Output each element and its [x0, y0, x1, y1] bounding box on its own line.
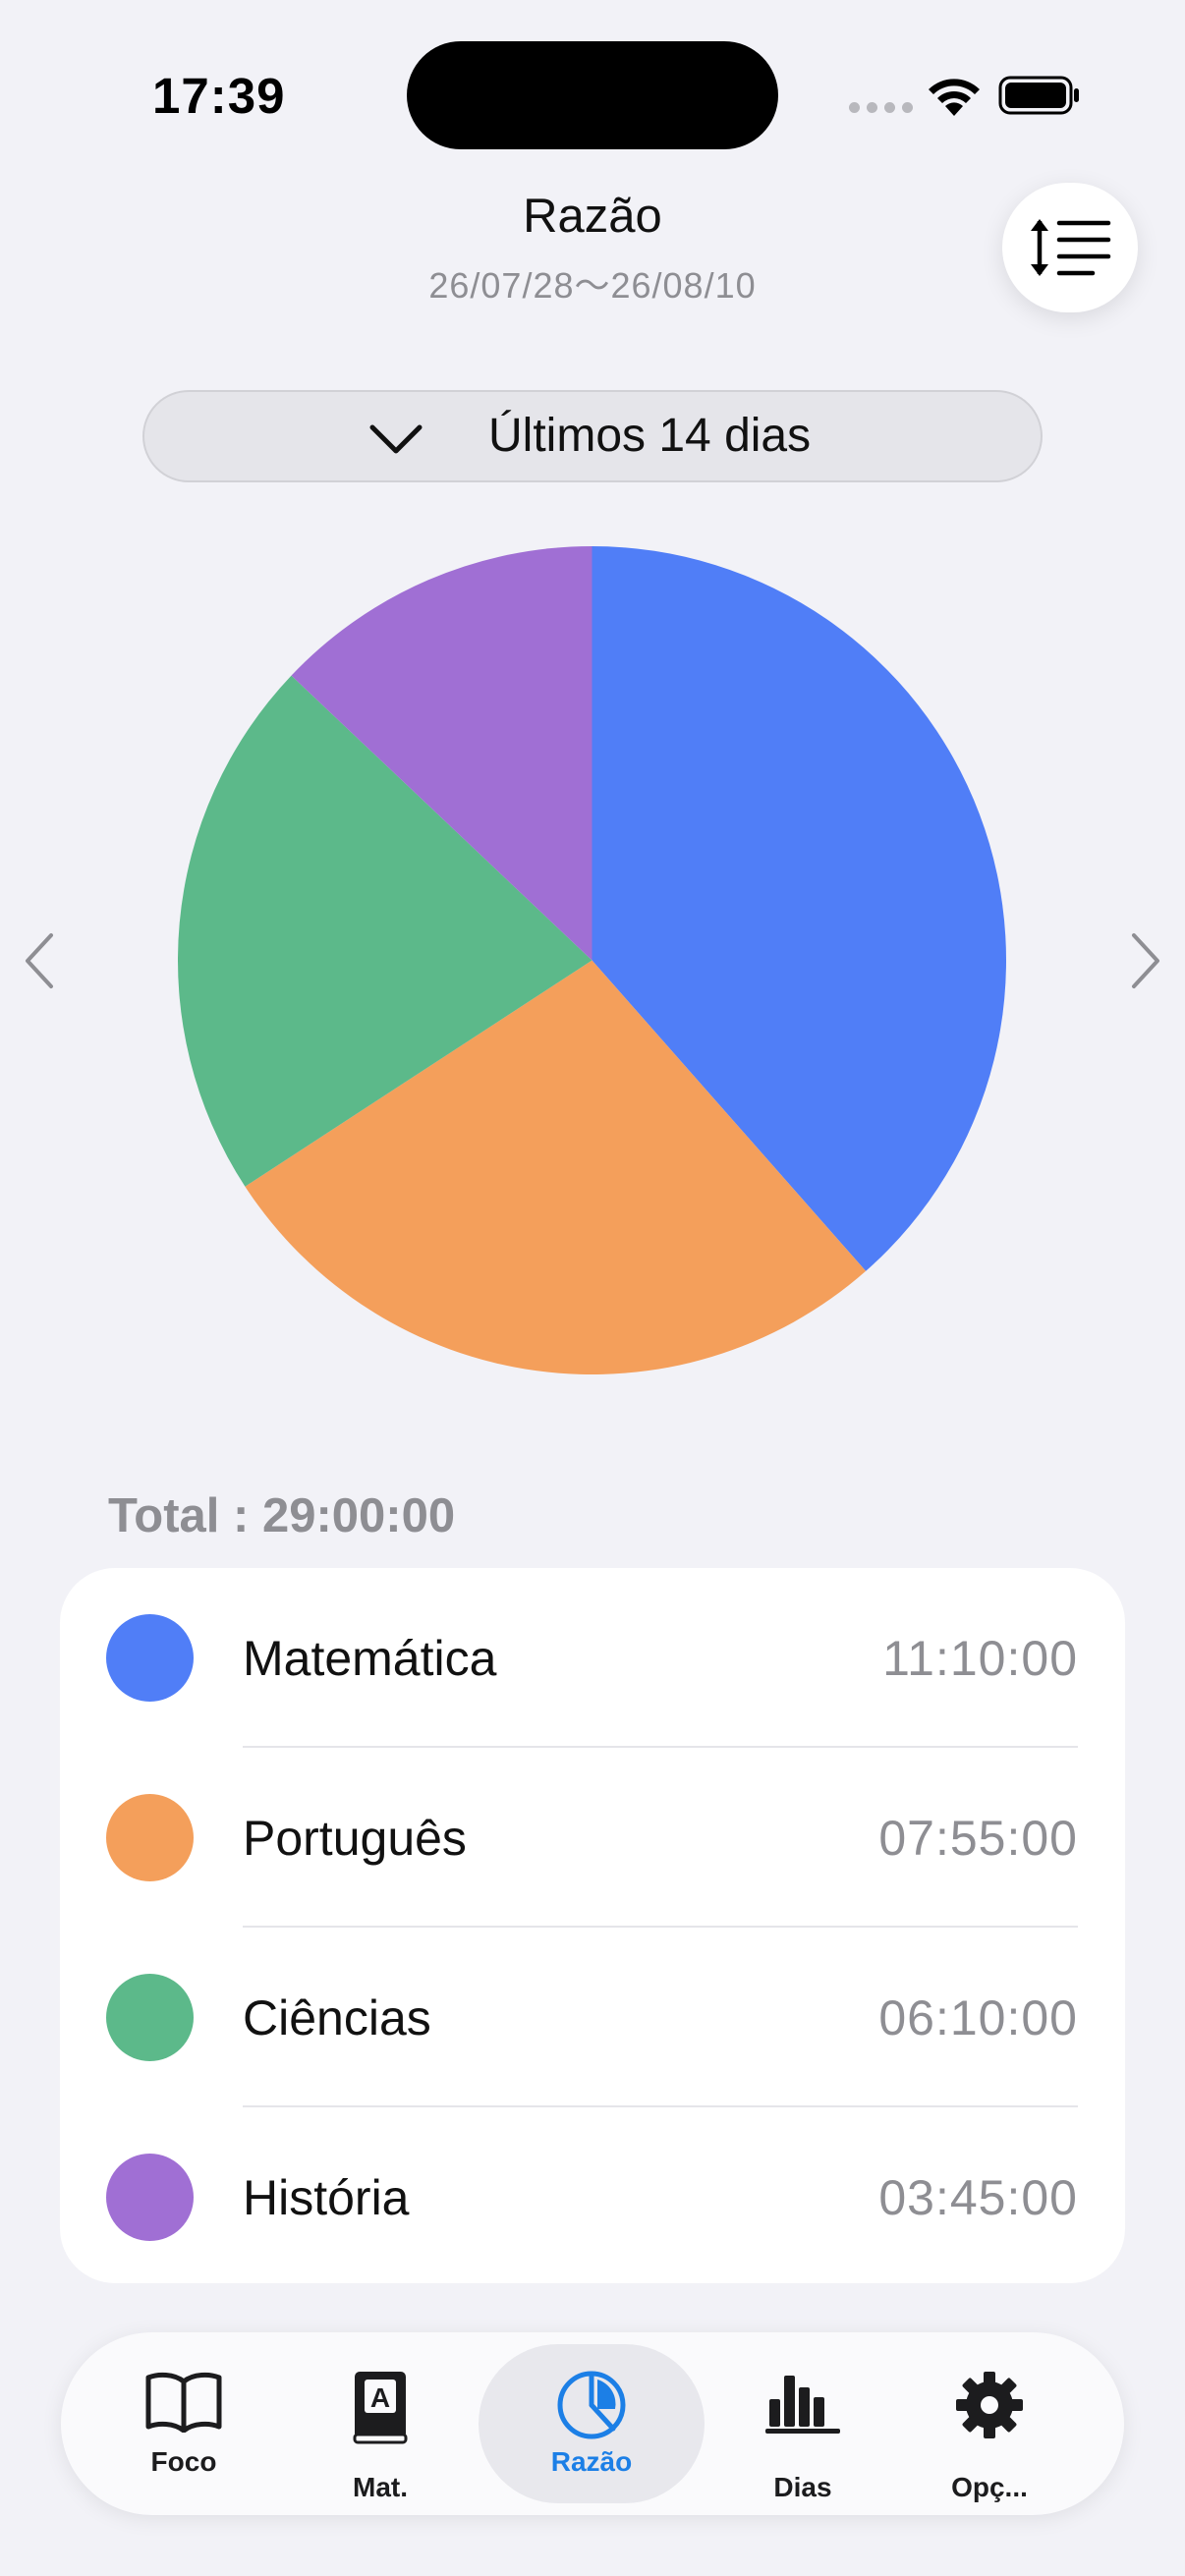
- subject-time: 06:10:00: [878, 1990, 1078, 2045]
- subject-row-portugues[interactable]: Português 07:55:00: [60, 1748, 1125, 1928]
- tab-foco[interactable]: Foco: [61, 2332, 307, 2515]
- book-open-icon: [145, 2372, 222, 2433]
- pie-chart-icon: [557, 2371, 626, 2439]
- subject-time: 11:10:00: [882, 1631, 1078, 1686]
- dynamic-island: [407, 41, 778, 149]
- tab-bar: Foco A Mat. Razão Dias Opç...: [61, 2332, 1124, 2515]
- wifi-icon: [929, 79, 980, 116]
- status-time: 17:39: [152, 68, 286, 124]
- cellular-signal-icon: [849, 102, 913, 113]
- subject-name: Português: [243, 1811, 467, 1866]
- dictionary-icon: A: [353, 2372, 408, 2444]
- tab-label: Mat.: [353, 2472, 408, 2502]
- subject-row-ciencias[interactable]: Ciências 06:10:00: [60, 1928, 1125, 2107]
- period-selector[interactable]: Últimos 14 dias: [142, 390, 1043, 482]
- subject-time: 03:45:00: [878, 2170, 1078, 2225]
- subject-row-historia[interactable]: História 03:45:00: [60, 2107, 1125, 2287]
- subject-list: Matemática 11:10:00 Português 07:55:00 C…: [60, 1568, 1125, 2283]
- subject-row-matematica[interactable]: Matemática 11:10:00: [60, 1568, 1125, 1748]
- subject-name: História: [243, 2170, 410, 2225]
- color-dot: [106, 2154, 194, 2241]
- period-label: Últimos 14 dias: [488, 410, 812, 462]
- sort-button[interactable]: [1002, 183, 1138, 312]
- color-dot: [106, 1794, 194, 1881]
- svg-text:A: A: [370, 2382, 390, 2413]
- ratio-pie-chart: [178, 546, 1006, 1374]
- tab-razao[interactable]: Razão: [479, 2332, 705, 2515]
- color-dot: [106, 1614, 194, 1702]
- tab-label: Razão: [550, 2446, 633, 2477]
- tab-materias[interactable]: A Mat.: [307, 2332, 454, 2515]
- subject-time: 07:55:00: [878, 1811, 1078, 1866]
- battery-icon: [998, 76, 1079, 115]
- subject-name: Ciências: [243, 1990, 431, 2045]
- subject-name: Matemática: [243, 1631, 497, 1686]
- previous-period-button[interactable]: [20, 931, 59, 990]
- color-dot: [106, 1974, 194, 2061]
- tab-label: Dias: [773, 2472, 832, 2502]
- tab-opcoes[interactable]: Opç...: [916, 2332, 1063, 2515]
- chevron-down-icon: [369, 424, 423, 454]
- tab-label: Foco: [150, 2446, 217, 2477]
- tab-label: Opç...: [951, 2472, 1028, 2502]
- bar-chart-icon: [765, 2376, 840, 2434]
- next-period-button[interactable]: [1126, 931, 1165, 990]
- tab-dias[interactable]: Dias: [729, 2332, 876, 2515]
- gear-icon: [956, 2372, 1023, 2438]
- sort-order-icon: [1031, 219, 1111, 276]
- total-time: Total : 29:00:00: [108, 1489, 456, 1542]
